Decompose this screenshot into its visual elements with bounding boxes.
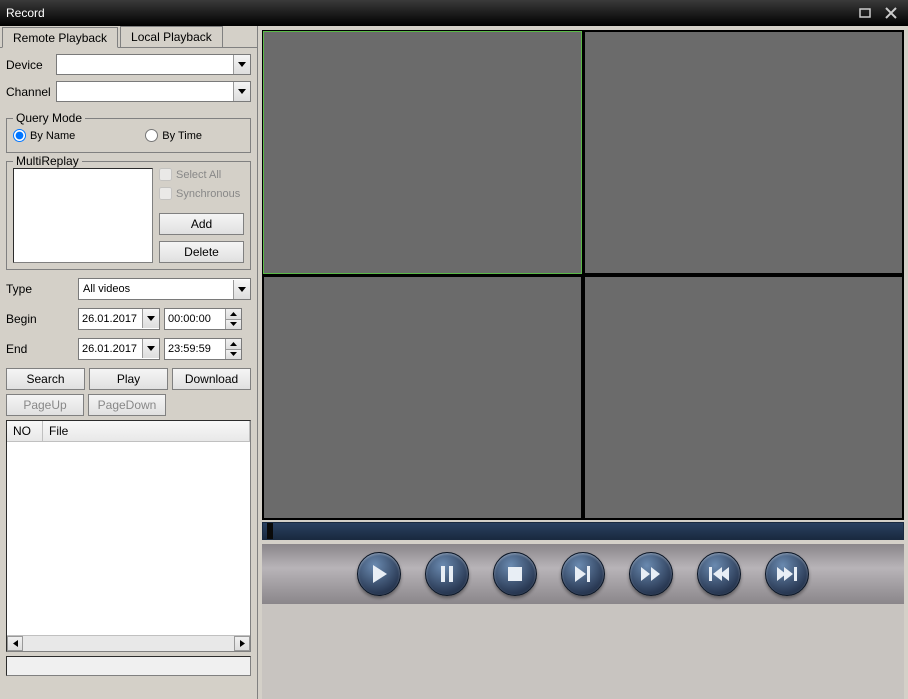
file-list-header: NO File <box>7 421 250 442</box>
video-cell-1[interactable] <box>263 31 582 274</box>
main-area: Remote Playback Local Playback Device Ch… <box>0 26 908 699</box>
begin-date-dropdown-icon[interactable] <box>142 309 159 328</box>
query-mode-group: Query Mode By Name By Time <box>6 118 251 153</box>
channel-dropdown-icon[interactable] <box>233 82 250 101</box>
radio-by-name[interactable]: By Name <box>13 129 75 142</box>
device-select[interactable] <box>56 54 251 75</box>
channel-input[interactable] <box>57 82 233 101</box>
timeline-thumb[interactable] <box>267 523 273 539</box>
record-window: Record Remote Playback Local Playback De… <box>0 0 908 699</box>
multireplay-legend: MultiReplay <box>13 154 82 168</box>
close-button[interactable] <box>880 4 902 22</box>
play-button[interactable]: Play <box>89 368 168 390</box>
fast-forward-icon[interactable] <box>629 552 673 596</box>
channel-label: Channel <box>6 85 56 99</box>
next-icon[interactable] <box>765 552 809 596</box>
device-dropdown-icon[interactable] <box>233 55 250 74</box>
file-list-hscrollbar[interactable] <box>7 635 250 651</box>
status-box <box>6 656 251 676</box>
tab-remote-playback[interactable]: Remote Playback <box>2 27 118 48</box>
channel-select[interactable] <box>56 81 251 102</box>
radio-by-time[interactable]: By Time <box>145 129 202 142</box>
pause-icon[interactable] <box>425 552 469 596</box>
col-no[interactable]: NO <box>7 421 43 441</box>
select-all-checkbox[interactable]: Select All <box>159 168 244 181</box>
file-list[interactable]: NO File <box>6 420 251 652</box>
end-date[interactable]: 26.01.2017 <box>78 338 160 360</box>
titlebar: Record <box>0 0 908 26</box>
end-date-dropdown-icon[interactable] <box>142 339 159 358</box>
scroll-right-icon[interactable] <box>234 636 250 651</box>
scroll-left-icon[interactable] <box>7 636 23 651</box>
pageup-button[interactable]: PageUp <box>6 394 84 416</box>
synchronous-checkbox[interactable]: Synchronous <box>159 187 244 200</box>
begin-label: Begin <box>6 312 74 326</box>
delete-button[interactable]: Delete <box>159 241 244 263</box>
sidebar: Remote Playback Local Playback Device Ch… <box>0 26 258 699</box>
device-input[interactable] <box>57 55 233 74</box>
window-title: Record <box>6 6 850 20</box>
frame-step-icon[interactable] <box>561 552 605 596</box>
radio-by-time-input[interactable] <box>145 129 158 142</box>
video-grid <box>262 30 904 520</box>
spin-up-icon[interactable] <box>226 309 241 320</box>
device-label: Device <box>6 58 56 72</box>
begin-time[interactable]: 00:00:00 <box>164 308 242 330</box>
begin-date[interactable]: 26.01.2017 <box>78 308 160 330</box>
col-file[interactable]: File <box>43 421 250 441</box>
type-dropdown-icon[interactable] <box>233 280 250 299</box>
add-button[interactable]: Add <box>159 213 244 235</box>
pagedown-button[interactable]: PageDown <box>88 394 166 416</box>
type-label: Type <box>6 282 74 296</box>
previous-icon[interactable] <box>697 552 741 596</box>
bottom-spacer <box>262 604 904 699</box>
maximize-button[interactable] <box>854 4 876 22</box>
spin-down-icon[interactable] <box>226 320 241 330</box>
stop-icon[interactable] <box>493 552 537 596</box>
player-controls <box>262 544 904 604</box>
play-icon[interactable] <box>357 552 401 596</box>
multireplay-group: MultiReplay Select All Synchronous <box>6 161 251 270</box>
spin-up-icon[interactable] <box>226 339 241 350</box>
download-button[interactable]: Download <box>172 368 251 390</box>
multireplay-list[interactable] <box>13 168 153 263</box>
video-cell-2[interactable] <box>584 31 903 274</box>
timeline-slider[interactable] <box>262 522 904 540</box>
begin-time-spinner[interactable] <box>225 309 241 329</box>
playback-tabs: Remote Playback Local Playback <box>0 26 257 48</box>
content-area <box>258 26 908 699</box>
end-time[interactable]: 23:59:59 <box>164 338 242 360</box>
video-cell-4[interactable] <box>584 276 903 519</box>
type-select[interactable]: All videos <box>78 278 251 300</box>
search-button[interactable]: Search <box>6 368 85 390</box>
radio-by-name-input[interactable] <box>13 129 26 142</box>
file-list-body <box>7 442 250 635</box>
end-time-spinner[interactable] <box>225 339 241 359</box>
query-mode-legend: Query Mode <box>13 111 85 125</box>
end-label: End <box>6 342 74 356</box>
tab-local-playback[interactable]: Local Playback <box>120 26 223 47</box>
video-cell-3[interactable] <box>263 276 582 519</box>
spin-down-icon[interactable] <box>226 350 241 360</box>
